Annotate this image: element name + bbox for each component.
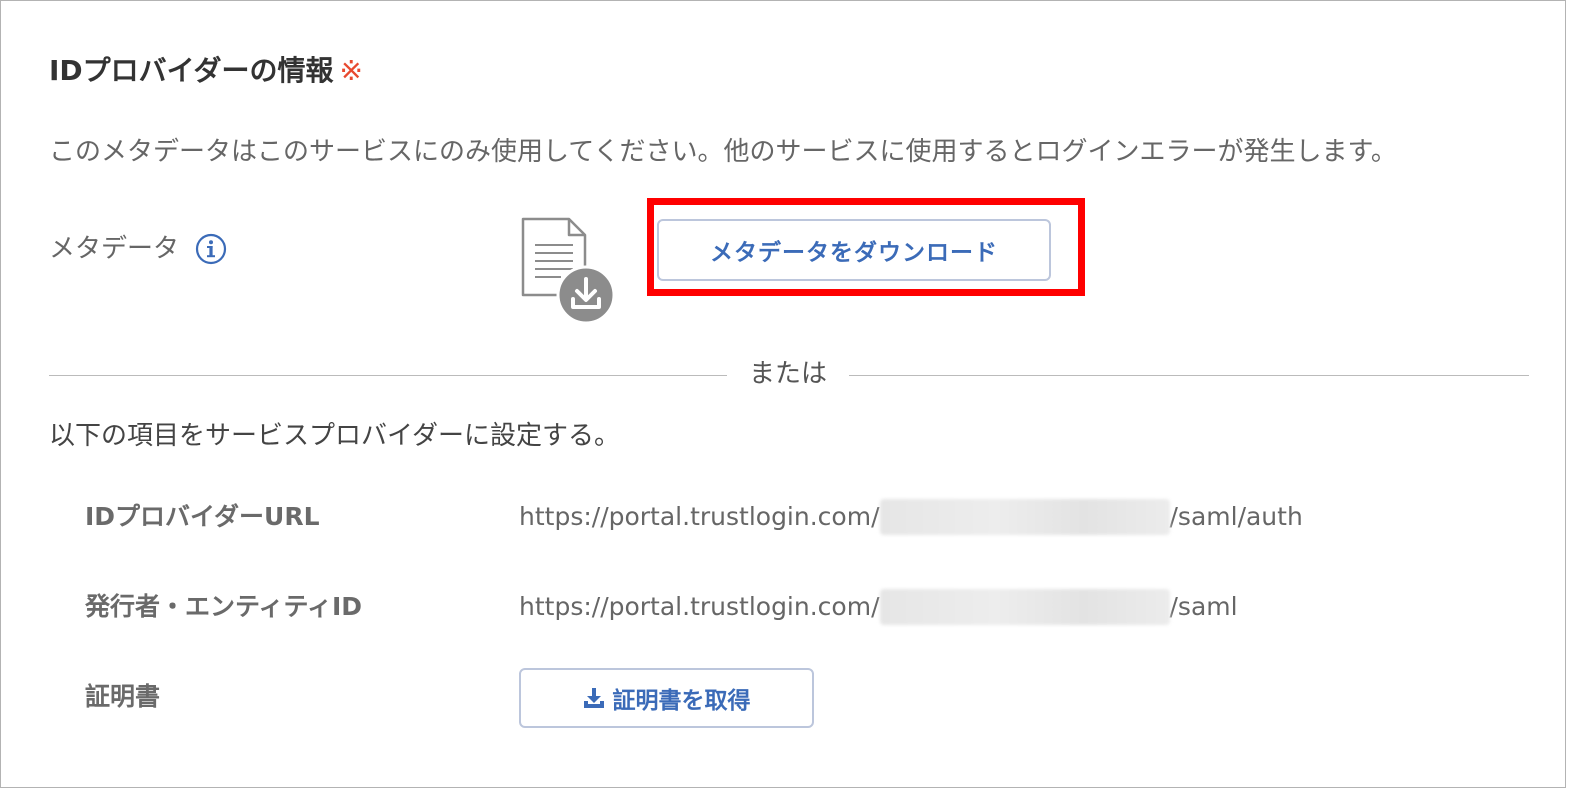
section-title-text: IDプロバイダーの情報 — [49, 54, 334, 87]
entity-id-prefix: https://portal.trustlogin.com/ — [519, 592, 880, 621]
divider-line-right — [849, 375, 1529, 376]
idp-url-prefix: https://portal.trustlogin.com/ — [519, 502, 880, 531]
get-certificate-button[interactable]: 証明書を取得 — [519, 668, 814, 728]
entity-id-value: https://portal.trustlogin.com/ /saml — [519, 588, 1238, 626]
get-certificate-label: 証明書を取得 — [612, 688, 751, 714]
info-circle-icon[interactable] — [195, 233, 227, 265]
idp-info-panel: IDプロバイダーの情報 ※ このメタデータはこのサービスにのみ使用してください。他… — [0, 0, 1566, 788]
required-mark: ※ — [339, 54, 364, 87]
metadata-label: メタデータ — [49, 234, 180, 264]
idp-url-label: IDプロバイダーURL — [85, 502, 320, 531]
section-title: IDプロバイダーの情報 ※ — [49, 51, 363, 91]
idp-url-value: https://portal.trustlogin.com/ /saml/aut… — [519, 498, 1303, 536]
idp-url-suffix: /saml/auth — [1169, 502, 1303, 531]
entity-id-label: 発行者・エンティティID — [85, 592, 363, 621]
redacted-tenant-id — [879, 499, 1170, 535]
divider-line-left — [49, 375, 727, 376]
document-download-icon — [521, 217, 616, 325]
manual-setup-instruction: 以下の項目をサービスプロバイダーに設定する。 — [49, 421, 620, 451]
redacted-tenant-id — [879, 589, 1170, 625]
usage-note: このメタデータはこのサービスにのみ使用してください。他のサービスに使用するとログ… — [49, 137, 1397, 167]
download-tray-icon — [583, 688, 604, 708]
certificate-label: 証明書 — [85, 682, 161, 711]
divider-or-text: または — [748, 359, 827, 389]
download-metadata-button[interactable]: メタデータをダウンロード — [657, 219, 1051, 281]
entity-id-suffix: /saml — [1169, 592, 1238, 621]
metadata-row-label: メタデータ — [49, 230, 227, 268]
